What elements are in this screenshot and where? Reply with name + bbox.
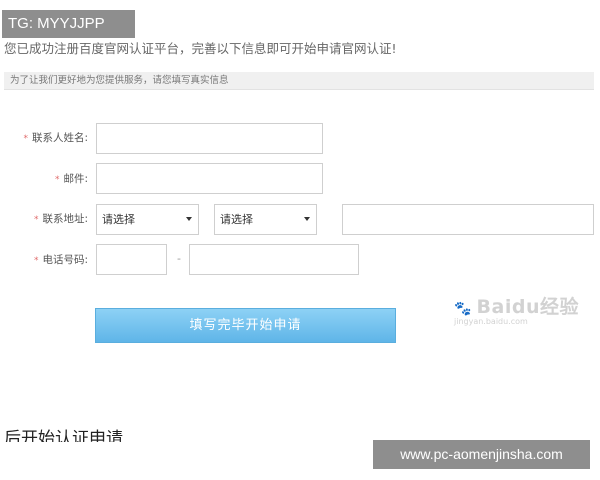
paw-icon: 🐾 xyxy=(454,301,472,317)
required-star: * xyxy=(33,256,39,266)
phone-label: * 电话号码: xyxy=(10,252,88,267)
city-select[interactable]: 请选择 xyxy=(214,204,317,235)
email-label-text: 邮件: xyxy=(63,173,88,185)
info-bar: 为了让我们更好地为您提供服务，请您填写真实信息 xyxy=(4,72,594,90)
intro-message: 您已成功注册百度官网认证平台，完善以下信息即可开始申请官网认证! xyxy=(4,41,397,56)
city-select-value: 请选择 xyxy=(220,213,253,226)
phone-label-text: 电话号码: xyxy=(42,254,88,266)
province-select-value: 请选择 xyxy=(102,213,135,226)
email-label: * 邮件: xyxy=(10,171,88,186)
address-label: * 联系地址: xyxy=(10,211,88,226)
contact-name-label-text: 联系人姓名: xyxy=(31,132,88,144)
address-detail-input[interactable] xyxy=(342,204,594,235)
site-url-overlay: www.pc-aomenjinsha.com xyxy=(373,440,590,469)
required-star: * xyxy=(54,175,60,185)
contact-name-input[interactable] xyxy=(96,123,323,154)
watermark-url: jingyan.baidu.com xyxy=(454,317,528,326)
province-select[interactable]: 请选择 xyxy=(96,204,199,235)
email-input[interactable] xyxy=(96,163,323,194)
address-label-text: 联系地址: xyxy=(42,213,88,225)
dropdown-arrow-icon xyxy=(186,217,192,221)
contact-name-label: * 联系人姓名: xyxy=(10,130,88,145)
phone-separator: - xyxy=(177,252,181,265)
baidu-jingyan-watermark: 🐾 Baidu经验 jingyan.baidu.com xyxy=(454,292,579,326)
required-star: * xyxy=(23,134,28,144)
submit-button[interactable]: 填写完毕开始申请 xyxy=(95,308,396,343)
tg-overlay-badge: TG: MYYJJPP xyxy=(2,10,135,38)
phone-number-input[interactable] xyxy=(189,244,359,275)
required-star: * xyxy=(33,215,39,225)
watermark-brand: Baidu经验 xyxy=(476,296,579,318)
bottom-partial-heading: 后开始认证申请 xyxy=(4,429,123,442)
phone-area-code-input[interactable] xyxy=(96,244,167,275)
dropdown-arrow-icon xyxy=(304,217,310,221)
